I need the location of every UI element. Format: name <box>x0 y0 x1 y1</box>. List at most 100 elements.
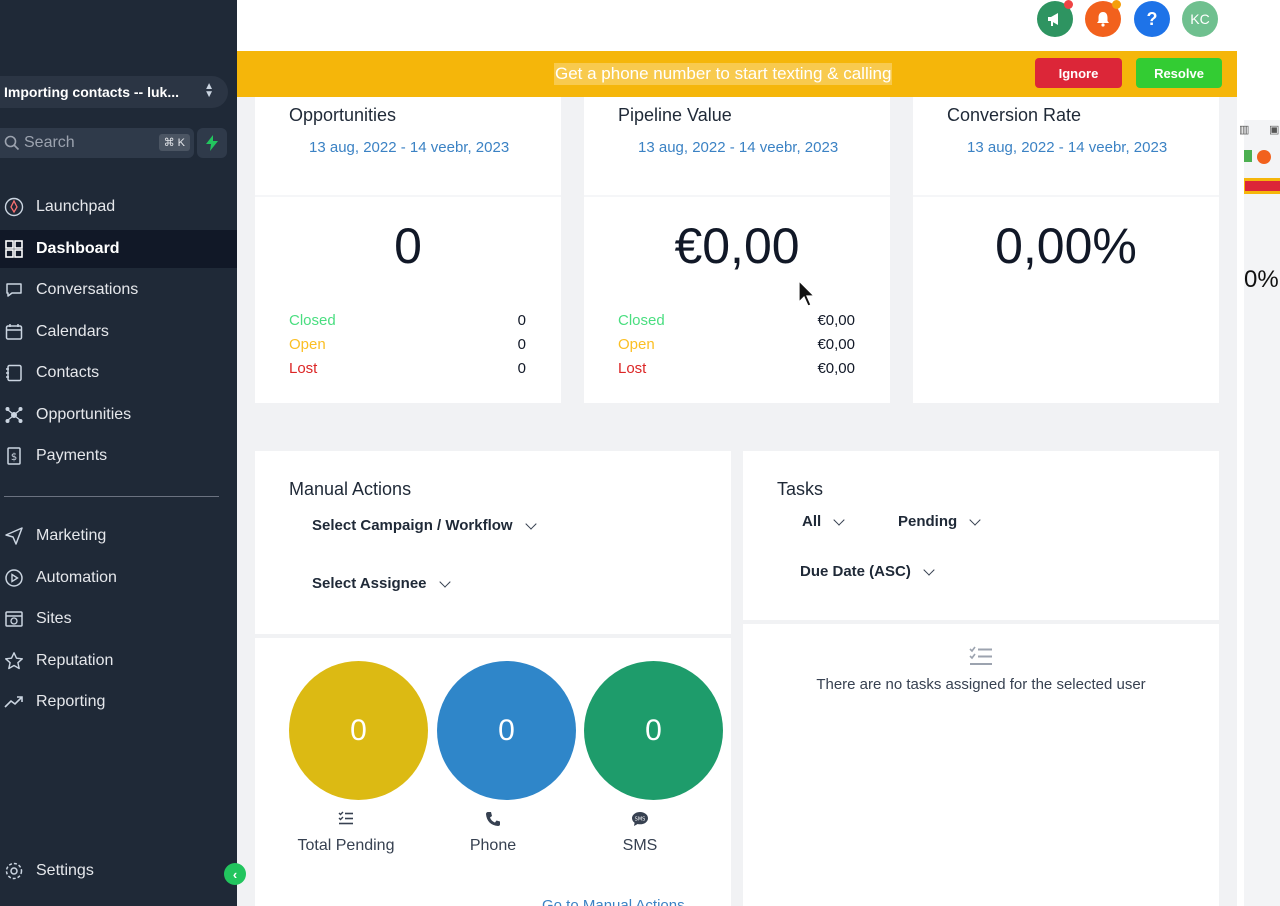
date-range-link[interactable]: 13 aug, 2022 - 14 veebr, 2023 <box>309 139 509 156</box>
open-row: Open €0,00 <box>618 336 855 353</box>
lost-label: Lost <box>618 360 647 377</box>
sidebar-item-dashboard[interactable]: Dashboard <box>0 230 237 268</box>
select-label: Select Assignee <box>312 575 427 592</box>
notification-dot <box>1064 0 1073 9</box>
help-button[interactable]: ? <box>1134 1 1170 37</box>
task-sort-select[interactable]: Due Date (ASC) <box>800 563 935 580</box>
sidebar-item-automation[interactable]: Automation <box>0 559 237 597</box>
sidebar-item-settings[interactable]: Settings <box>0 852 237 890</box>
send-icon <box>5 527 23 545</box>
manual-actions-card: Manual Actions Select Campaign / Workflo… <box>255 451 731 906</box>
trend-up-icon <box>4 696 23 708</box>
avatar[interactable]: KC <box>1182 1 1218 37</box>
sidebar-item-contacts[interactable]: Contacts <box>0 354 237 392</box>
pipeline-value: €0,00 <box>674 218 800 274</box>
ignore-button[interactable]: Ignore <box>1035 58 1122 88</box>
sidebar-item-reputation[interactable]: Reputation <box>0 642 237 680</box>
select-label: Due Date (ASC) <box>800 563 911 580</box>
card-title: Opportunities <box>289 105 397 125</box>
sidebar-item-label: Settings <box>36 862 94 879</box>
lost-value: €0,00 <box>817 360 855 377</box>
receipt-icon: $ <box>7 447 21 465</box>
collapse-sidebar-button[interactable]: ‹ <box>224 863 246 885</box>
grid-icon <box>5 240 23 258</box>
search-shortcut: ⌘ K <box>158 134 190 151</box>
assignee-select[interactable]: Select Assignee <box>312 575 451 592</box>
top-bar: ? KC <box>237 0 1244 51</box>
sidebar-search[interactable]: Search ⌘ K <box>0 128 194 158</box>
tasks-card: Tasks All Pending Due Date (ASC) There a… <box>743 451 1219 906</box>
checklist-icon <box>276 811 416 830</box>
star-icon <box>5 652 23 670</box>
announcements-button[interactable] <box>1037 0 1073 37</box>
sidebar-item-label: Sites <box>36 610 72 627</box>
sidebar-item-launchpad[interactable]: Launchpad <box>0 188 237 226</box>
account-name: Importing contacts -- luk... <box>4 84 180 100</box>
chevron-down-icon <box>969 513 981 526</box>
sms-icon: SMS <box>570 811 710 832</box>
campaign-workflow-select[interactable]: Select Campaign / Workflow <box>312 517 537 534</box>
sidebar: Importing contacts -- luk... ▲ ▼ Search ⌘… <box>0 0 237 906</box>
card-title: Conversion Rate <box>947 105 1082 125</box>
sidebar-item-label: Contacts <box>36 364 100 381</box>
date-range-link[interactable]: 13 aug, 2022 - 14 veebr, 2023 <box>638 139 838 156</box>
contacts-book-icon <box>6 364 22 382</box>
total-pending-label: Total Pending <box>297 837 395 854</box>
closed-label: Closed <box>618 312 665 329</box>
go-to-manual-actions-link[interactable]: Go to Manual Actions <box>542 897 685 906</box>
task-status-filter[interactable]: Pending <box>898 513 981 530</box>
total-pending-bubble[interactable]: 0 <box>289 661 428 800</box>
date-range-link[interactable]: 13 aug, 2022 - 14 veebr, 2023 <box>967 139 1167 156</box>
bolt-icon <box>206 135 218 151</box>
notifications-button[interactable] <box>1085 0 1121 37</box>
website-icon <box>5 611 23 627</box>
ignore-label: Ignore <box>1058 65 1099 81</box>
quick-action-button[interactable] <box>197 128 227 158</box>
chevron-down-icon <box>524 517 537 530</box>
sidebar-item-conversations[interactable]: Conversations <box>0 271 237 309</box>
sidebar-item-reporting[interactable]: Reporting <box>0 683 237 721</box>
phone-icon <box>423 811 563 832</box>
svg-text:$: $ <box>11 452 17 463</box>
sidebar-item-marketing[interactable]: Marketing <box>0 517 237 555</box>
bubble-value: 0 <box>498 713 515 747</box>
sidebar-item-label: Conversations <box>36 281 139 298</box>
sidebar-item-label: Launchpad <box>36 198 116 215</box>
sidebar-item-sites[interactable]: Sites <box>0 600 237 638</box>
chevron-updown-icon: ▲ ▼ <box>204 81 214 100</box>
chat-icon <box>6 283 22 297</box>
search-placeholder: Search <box>24 134 75 151</box>
closed-value: €0,00 <box>817 312 855 329</box>
card-divider <box>584 195 890 197</box>
card-title: Pipeline Value <box>618 105 732 125</box>
no-tasks-message: There are no tasks assigned for the sele… <box>816 676 1146 693</box>
closed-row: Closed 0 <box>289 312 526 329</box>
sidebar-item-opportunities[interactable]: Opportunities <box>0 396 237 434</box>
phone-label: Phone <box>469 837 517 854</box>
account-switcher[interactable]: Importing contacts -- luk... ▲ ▼ <box>0 76 228 108</box>
task-assignee-filter[interactable]: All <box>802 513 845 530</box>
card-divider <box>913 195 1219 197</box>
card-divider <box>255 195 561 197</box>
chevron-left-icon: ‹ <box>232 866 238 882</box>
sidebar-item-calendars[interactable]: Calendars <box>0 313 237 351</box>
select-label: Select Campaign / Workflow <box>312 517 513 534</box>
tasks-title: Tasks <box>777 479 824 499</box>
select-label: All <box>802 513 822 530</box>
phone-bubble[interactable]: 0 <box>437 661 576 800</box>
lost-row: Lost €0,00 <box>618 360 855 377</box>
avatar-initials: KC <box>1190 11 1210 27</box>
section-divider <box>255 634 731 638</box>
sms-bubble[interactable]: 0 <box>584 661 723 800</box>
open-label: Open <box>289 336 326 353</box>
lost-label: Lost <box>289 360 318 377</box>
sidebar-item-payments[interactable]: $ Payments <box>0 437 237 475</box>
closed-row: Closed €0,00 <box>618 312 855 329</box>
resolve-button[interactable]: Resolve <box>1136 58 1222 88</box>
search-icon <box>4 135 20 151</box>
sidebar-item-label: Marketing <box>36 527 107 544</box>
sidebar-item-label: Automation <box>36 569 117 586</box>
network-icon <box>5 407 23 423</box>
section-divider <box>743 620 1219 624</box>
opportunities-value: 0 <box>394 218 422 274</box>
